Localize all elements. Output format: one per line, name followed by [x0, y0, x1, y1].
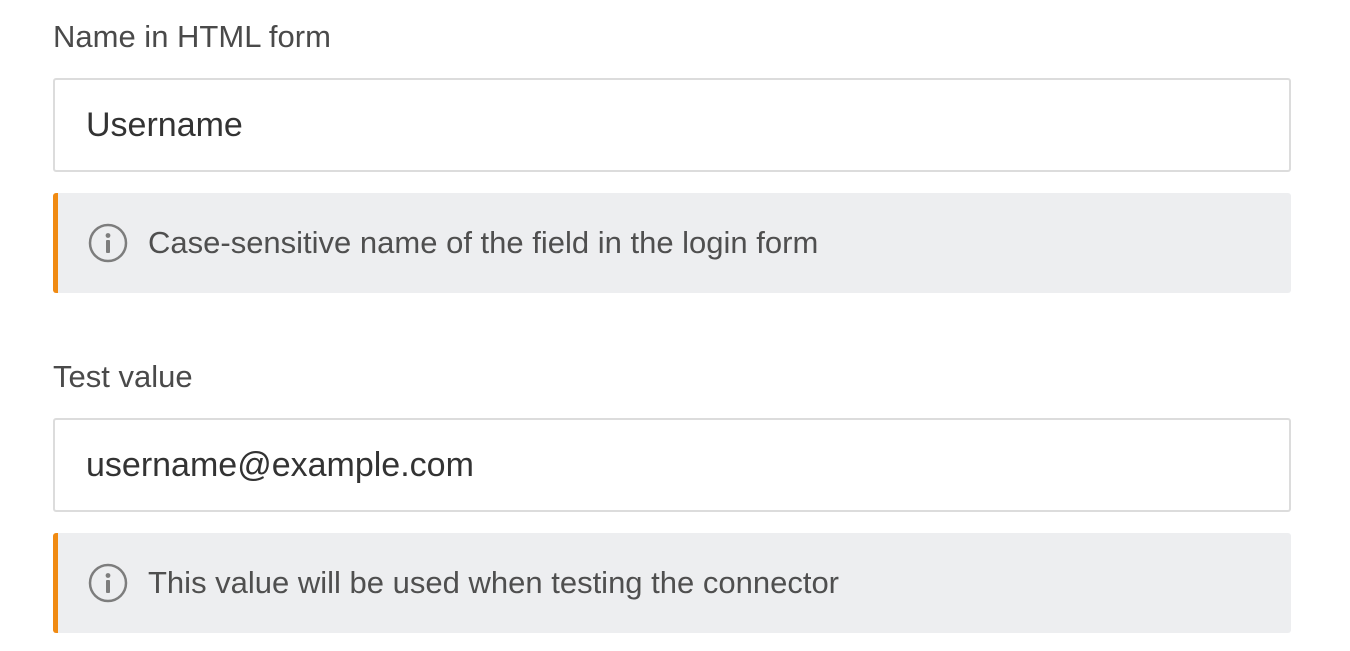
test-value-hint-text: This value will be used when testing the… — [148, 565, 840, 600]
info-icon — [88, 563, 128, 603]
test-value-input[interactable] — [53, 418, 1291, 512]
name-in-html-form-input[interactable] — [53, 78, 1291, 172]
test-value-label: Test value — [53, 359, 193, 394]
info-icon — [88, 223, 128, 263]
name-in-html-form-label: Name in HTML form — [53, 19, 331, 54]
name-in-html-form-hint-text: Case-sensitive name of the field in the … — [148, 225, 819, 260]
name-in-html-form-hint: Case-sensitive name of the field in the … — [53, 193, 1291, 293]
test-value-hint: This value will be used when testing the… — [53, 533, 1291, 633]
